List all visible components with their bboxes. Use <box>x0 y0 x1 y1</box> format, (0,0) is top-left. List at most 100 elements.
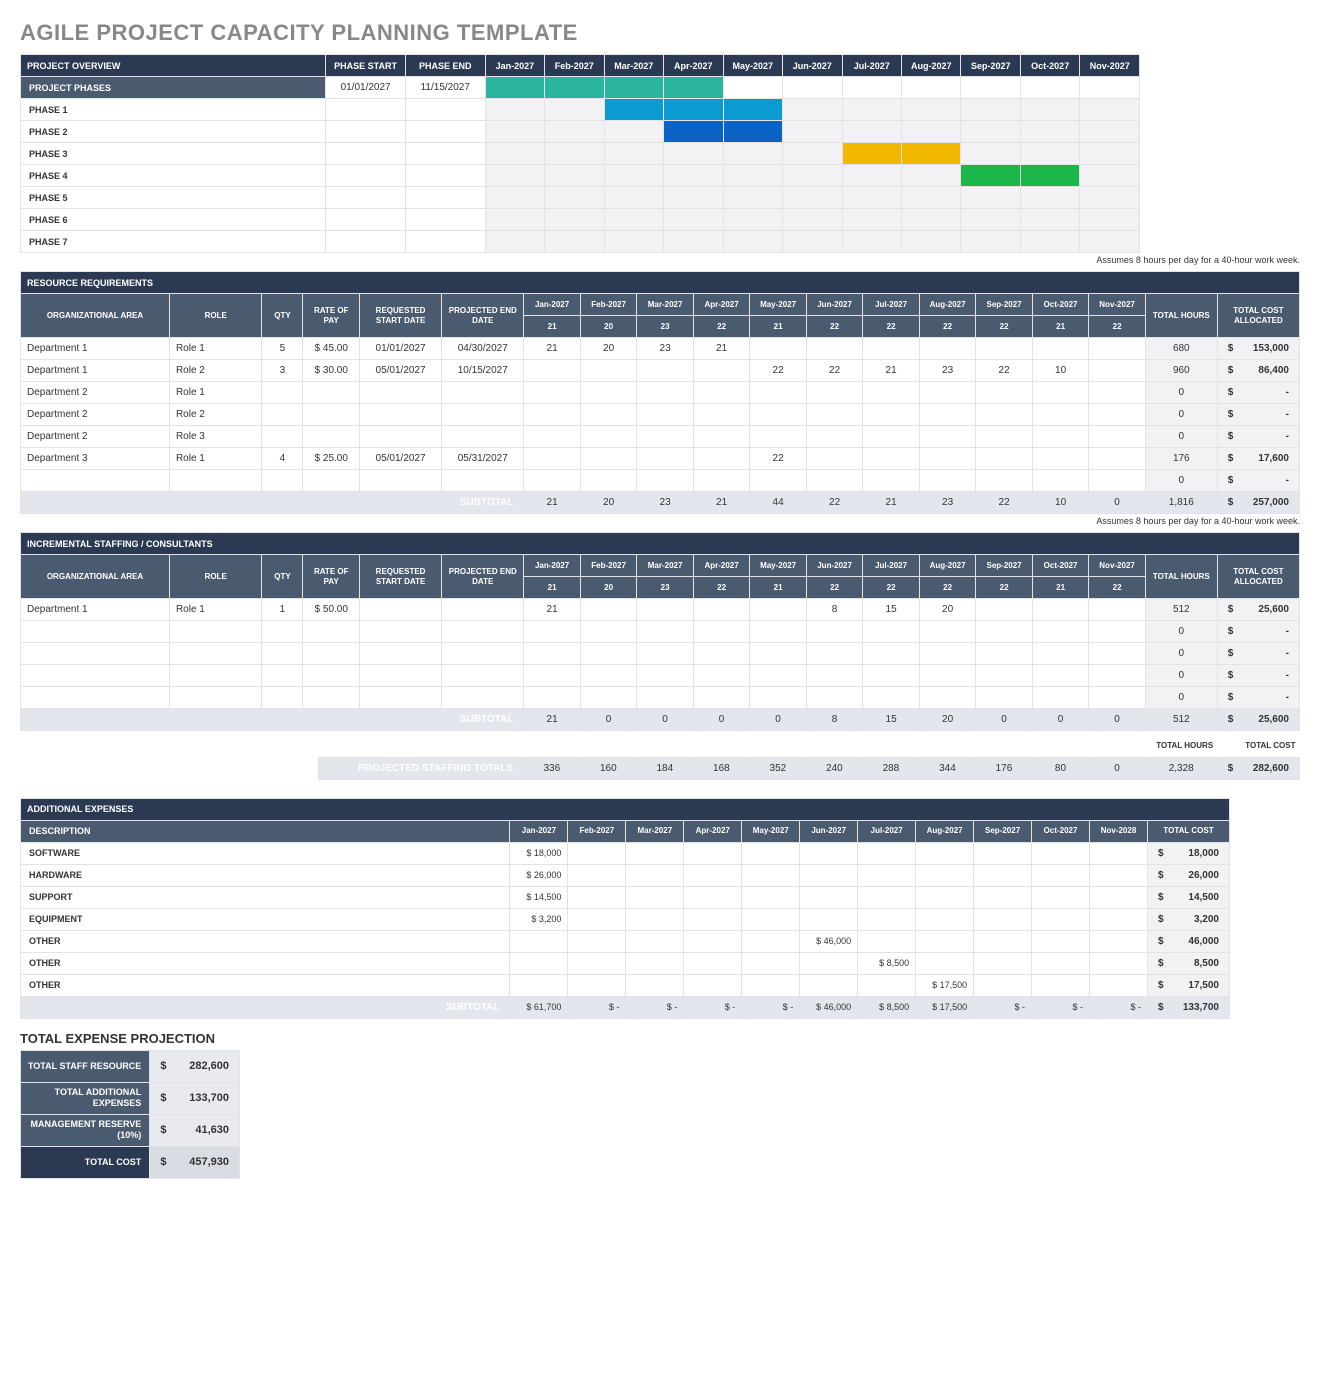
col-month: Jun-2027 <box>783 55 842 77</box>
gantt-cell <box>604 77 663 99</box>
cell-hours: 0 <box>1145 382 1217 404</box>
gantt-cell <box>723 121 782 143</box>
cell-month <box>863 448 920 470</box>
cell-month <box>976 665 1033 687</box>
cell-req: 05/01/2027 <box>359 448 441 470</box>
cell-end <box>442 470 524 492</box>
cell-month <box>626 930 684 952</box>
cell-month: 21 <box>524 599 581 621</box>
cell-desc: HARDWARE <box>21 864 510 886</box>
cell-month <box>637 426 694 448</box>
cell-month <box>976 426 1033 448</box>
table-row: OTHER$ 8,500$8,500 <box>21 952 1230 974</box>
cell-rate: $ 30.00 <box>303 360 360 382</box>
cell-month <box>1089 665 1146 687</box>
col-month: Apr-2027 <box>664 55 723 77</box>
cell-month <box>806 404 863 426</box>
cell-month <box>750 599 807 621</box>
cell-month <box>974 930 1032 952</box>
cell-month <box>1032 426 1089 448</box>
cell-month <box>1032 665 1089 687</box>
cell-month <box>916 864 974 886</box>
cell-month <box>806 338 863 360</box>
cell-month <box>637 404 694 426</box>
cell-role <box>169 665 261 687</box>
cell-month <box>693 643 750 665</box>
table-row: 0$- <box>21 687 1300 709</box>
cell-end <box>442 665 524 687</box>
cell-month: 21 <box>524 338 581 360</box>
cell-month <box>750 643 807 665</box>
cell-month <box>919 382 976 404</box>
cell-month <box>919 665 976 687</box>
cell-month <box>568 864 626 886</box>
cell-total: $26,000 <box>1147 864 1229 886</box>
cell-month <box>1089 599 1146 621</box>
cell-month <box>626 842 684 864</box>
cell-month <box>976 404 1033 426</box>
cell-month <box>863 687 920 709</box>
cell-month <box>919 338 976 360</box>
cell-month <box>637 360 694 382</box>
cell-month <box>1090 930 1148 952</box>
cell-month <box>1089 687 1146 709</box>
cell-hours: 0 <box>1145 404 1217 426</box>
cell-desc: OTHER <box>21 930 510 952</box>
cell-month <box>637 470 694 492</box>
cell-month <box>1032 842 1090 864</box>
cell-month <box>524 426 581 448</box>
cell-month <box>1032 470 1089 492</box>
cell-end <box>442 599 524 621</box>
cell-month <box>976 621 1033 643</box>
cell-month <box>806 448 863 470</box>
cell-month <box>1090 886 1148 908</box>
cell-month <box>742 842 800 864</box>
cell-month <box>976 470 1033 492</box>
cell-qty <box>262 426 303 448</box>
gantt-cell <box>545 77 604 99</box>
cell-month <box>974 842 1032 864</box>
cell-month <box>1090 842 1148 864</box>
cell-req <box>359 687 441 709</box>
total-cost-hdr: TOTAL COST <box>1217 735 1299 757</box>
cell-month <box>863 621 920 643</box>
overview-table: PROJECT OVERVIEW PHASE START PHASE END J… <box>20 54 1140 253</box>
table-row: SOFTWARE$ 18,000$18,000 <box>21 842 1230 864</box>
cell-req <box>359 665 441 687</box>
table-row: EQUIPMENT$ 3,200$3,200 <box>21 908 1230 930</box>
cell-month <box>1032 886 1090 908</box>
cell-hours: 0 <box>1145 426 1217 448</box>
cell-month <box>858 886 916 908</box>
table-row: Department 2Role 10$- <box>21 382 1300 404</box>
cell-req: 05/01/2027 <box>359 360 441 382</box>
cell-cost: $- <box>1217 687 1299 709</box>
cell-end: 05/31/2027 <box>442 448 524 470</box>
cell-hours: 680 <box>1145 338 1217 360</box>
col-description: DESCRIPTION <box>21 820 510 842</box>
cell-month <box>524 621 581 643</box>
cell-month <box>1089 470 1146 492</box>
cell-month <box>1090 974 1148 996</box>
cell-month <box>1032 643 1089 665</box>
cell-month <box>580 382 637 404</box>
phases-end: 11/15/2027 <box>405 77 485 99</box>
cell-month <box>524 665 581 687</box>
cell-total: $18,000 <box>1147 842 1229 864</box>
cell-month <box>626 864 684 886</box>
cell-month <box>863 382 920 404</box>
cell-month <box>568 908 626 930</box>
col-month: Nov-2027 <box>1080 55 1140 77</box>
cell-month <box>863 426 920 448</box>
cell-month <box>750 338 807 360</box>
cell-month <box>806 426 863 448</box>
cell-month: $ 3,200 <box>510 908 568 930</box>
cell-month <box>742 974 800 996</box>
consultants-table: INCREMENTAL STAFFING / CONSULTANTS ORGAN… <box>20 532 1300 731</box>
col-hours: TOTAL HOURS <box>1145 294 1217 338</box>
cell-month <box>919 426 976 448</box>
cell-end: 10/15/2027 <box>442 360 524 382</box>
cell-month <box>806 643 863 665</box>
projection-row-label: TOTAL COST <box>21 1146 150 1178</box>
cell-end <box>442 404 524 426</box>
gantt-cell <box>842 143 901 165</box>
